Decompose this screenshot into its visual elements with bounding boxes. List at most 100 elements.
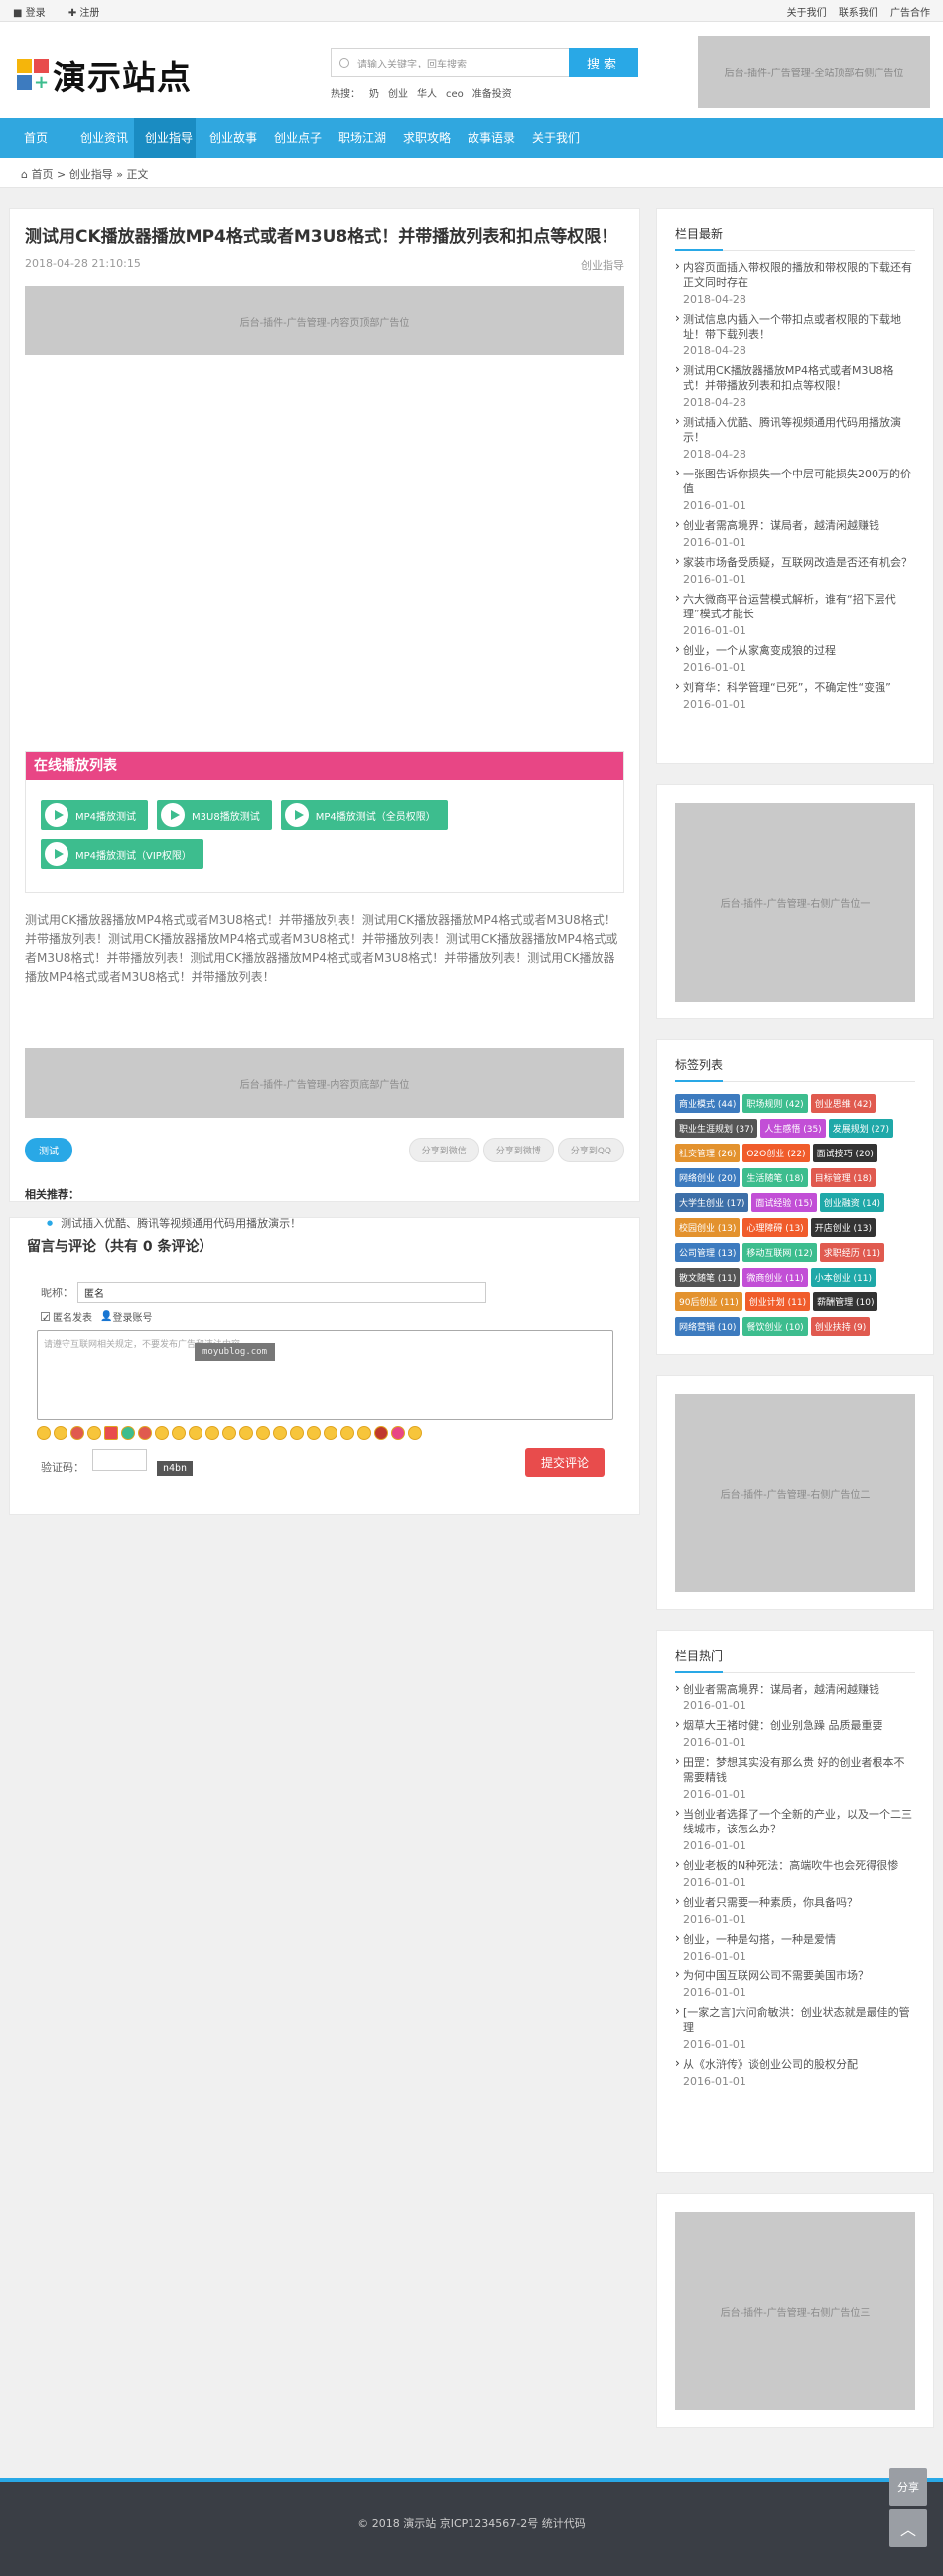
hot-word[interactable]: 创业 xyxy=(388,89,408,100)
emoji-icon[interactable] xyxy=(408,1426,422,1440)
submit-comment-button[interactable]: 提交评论 xyxy=(524,1448,605,1477)
news-item[interactable]: 刘育华：科学管理“已死”，不确定性“变强” 2016-01-01 xyxy=(675,677,915,714)
tag-link[interactable]: 面试经验 (15) xyxy=(751,1193,817,1212)
login-link[interactable]: ■ 登录 xyxy=(13,8,56,19)
nav-quotes[interactable]: 故事语录 xyxy=(457,118,518,158)
share-float-button[interactable]: 分享 xyxy=(889,2468,927,2506)
emoji-icon[interactable] xyxy=(138,1426,152,1440)
tag-link[interactable]: 人生感悟 (35) xyxy=(760,1119,826,1138)
about-link[interactable]: 关于我们 xyxy=(787,8,827,19)
emoji-icon[interactable] xyxy=(104,1426,118,1440)
tag-link[interactable]: 大学生创业 (17) xyxy=(675,1193,749,1212)
hot-word[interactable]: 奶 xyxy=(369,89,379,100)
emoji-icon[interactable] xyxy=(70,1426,84,1440)
captcha-image[interactable]: n4bn xyxy=(157,1461,194,1476)
news-item[interactable]: 内容页面插入带权限的播放和带权限的下载还有正文同时存在 2018-04-28 xyxy=(675,257,915,309)
emoji-icon[interactable] xyxy=(205,1426,219,1440)
side-ad-3-banner[interactable]: 后台-插件-广告管理-右侧广告位三 xyxy=(675,2212,915,2410)
tag-link[interactable]: 商业模式 (44) xyxy=(675,1094,741,1113)
tag-link[interactable]: 职业生涯规划 (37) xyxy=(675,1119,758,1138)
contact-link[interactable]: 联系我们 xyxy=(839,8,878,19)
tag-link[interactable]: 公司管理 (13) xyxy=(675,1243,741,1262)
emoji-icon[interactable] xyxy=(239,1426,253,1440)
tag-link[interactable]: 生活随笔 (18) xyxy=(742,1168,808,1187)
comment-textarea[interactable]: 请遵守互联网相关规定，不要发布广告和违法内容 moyublog.com xyxy=(37,1330,613,1420)
nav-ideas[interactable]: 创业点子 xyxy=(263,118,325,158)
news-item[interactable]: 测试插入优酷、腾讯等视频通用代码用播放演示！ 2018-04-28 xyxy=(675,412,915,464)
emoji-icon[interactable] xyxy=(189,1426,202,1440)
tag-link[interactable]: 面试技巧 (20) xyxy=(812,1144,877,1162)
article-category[interactable]: 创业指导 xyxy=(581,257,624,273)
nav-news[interactable]: 创业资讯 xyxy=(69,118,131,158)
emoji-icon[interactable] xyxy=(340,1426,354,1440)
news-item[interactable]: 从《水浒传》谈创业公司的股权分配 2016-01-01 xyxy=(675,2054,915,2091)
ad-coop-link[interactable]: 广告合作 xyxy=(890,8,930,19)
tag-link[interactable]: 散文随笔 (11) xyxy=(675,1268,741,1287)
news-item[interactable]: [一家之言]六问俞敏洪：创业状态就是最佳的管理 2016-01-01 xyxy=(675,2002,915,2054)
news-item[interactable]: 创业老板的N种死法：高端吹牛也会死得很惨 2016-01-01 xyxy=(675,1855,915,1892)
content-bottom-ad[interactable]: 后台-插件-广告管理-内容页底部广告位 xyxy=(25,1048,624,1118)
hot-word[interactable]: 华人 xyxy=(417,89,437,100)
tag-link[interactable]: O2O创业 (22) xyxy=(742,1144,810,1162)
emoji-icon[interactable] xyxy=(357,1426,371,1440)
tag-link[interactable]: 移动互联网 (12) xyxy=(742,1243,817,1262)
emoji-icon[interactable] xyxy=(391,1426,405,1440)
tag-link[interactable]: 发展规划 (27) xyxy=(828,1119,894,1138)
side-ad-1-banner[interactable]: 后台-插件-广告管理-右侧广告位一 xyxy=(675,803,915,1002)
tag-link[interactable]: 餐饮创业 (10) xyxy=(742,1317,808,1336)
verify-input[interactable] xyxy=(92,1449,147,1471)
tag-link[interactable]: 社交管理 (26) xyxy=(675,1144,741,1162)
anonymous-checkbox[interactable]: ✓ xyxy=(41,1312,50,1324)
emoji-icon[interactable] xyxy=(37,1426,51,1440)
hot-word[interactable]: ceo xyxy=(446,89,464,100)
news-item[interactable]: 创业，一种是勾搭，一种是爱情 2016-01-01 xyxy=(675,1929,915,1966)
nav-guide[interactable]: 创业指导 xyxy=(134,118,196,158)
tag-link[interactable]: 创业计划 (11) xyxy=(744,1292,811,1311)
tag-link[interactable]: 网络创业 (20) xyxy=(675,1168,741,1187)
tag-link[interactable]: 求职经历 (11) xyxy=(819,1243,885,1262)
news-item[interactable]: 测试信息内插入一个带扣点或者权限的下载地址！带下载列表！ 2018-04-28 xyxy=(675,309,915,360)
tag-link[interactable]: 微商创业 (11) xyxy=(742,1268,808,1287)
search-button[interactable]: 搜索 xyxy=(569,48,638,77)
nav-about[interactable]: 关于我们 xyxy=(521,118,583,158)
emoji-icon[interactable] xyxy=(324,1426,337,1440)
emoji-icon[interactable] xyxy=(273,1426,287,1440)
header-ad[interactable]: 后台-插件-广告管理-全站顶部右侧广告位 xyxy=(698,36,930,108)
breadcrumb-home[interactable]: 首页 xyxy=(31,168,53,181)
emoji-icon[interactable] xyxy=(54,1426,67,1440)
news-item[interactable]: 家装市场备受质疑，互联网改造是否还有机会？ 2016-01-01 xyxy=(675,552,915,589)
emoji-icon[interactable] xyxy=(87,1426,101,1440)
news-item[interactable]: 一张图告诉你损失一个中层可能损失200万的价值 2016-01-01 xyxy=(675,464,915,515)
site-logo[interactable]: + 演示站点 xyxy=(17,51,192,99)
emoji-icon[interactable] xyxy=(256,1426,270,1440)
tag-link[interactable]: 目标管理 (18) xyxy=(810,1168,876,1187)
content-top-ad[interactable]: 后台-插件-广告管理-内容页顶部广告位 xyxy=(25,286,624,355)
nav-home[interactable]: 首页 xyxy=(5,118,67,158)
register-link[interactable]: ✚ 注册 xyxy=(68,8,110,19)
share-qq-button[interactable]: 分享到QQ xyxy=(557,1138,624,1162)
emoji-icon[interactable] xyxy=(290,1426,304,1440)
tag-link[interactable]: 开店创业 (13) xyxy=(810,1218,876,1237)
hot-word[interactable]: 准备投资 xyxy=(472,89,512,100)
play-button[interactable]: M3U8播放测试 xyxy=(157,800,272,830)
tag-link[interactable]: 网络营销 (10) xyxy=(675,1317,741,1336)
news-item[interactable]: 创业者需高境界：谋局者，越清闲越赚钱 2016-01-01 xyxy=(675,1679,915,1715)
tag-link[interactable]: 职场规则 (42) xyxy=(742,1094,808,1113)
nickname-input[interactable]: 匿名 xyxy=(77,1282,486,1303)
tag-link[interactable]: 校园创业 (13) xyxy=(675,1218,741,1237)
news-item[interactable]: 六大微商平台运营模式解析，谁有“招下层代理”模式才能长 2016-01-01 xyxy=(675,589,915,640)
play-button[interactable]: MP4播放测试 xyxy=(41,800,149,830)
tag-link[interactable]: 90后创业 (11) xyxy=(675,1292,742,1311)
share-weibo-button[interactable]: 分享到微博 xyxy=(482,1138,554,1162)
news-item[interactable]: 创业，一个从家禽变成狼的过程 2016-01-01 xyxy=(675,640,915,677)
news-item[interactable]: 测试用CK播放器播放MP4格式或者M3U8格式！并带播放列表和扣点等权限！ 201… xyxy=(675,360,915,412)
breadcrumb-category[interactable]: 创业指导 xyxy=(69,168,113,181)
nav-workplace[interactable]: 职场江湖 xyxy=(328,118,389,158)
tag-link[interactable]: 创业思维 (42) xyxy=(810,1094,876,1113)
news-item[interactable]: 田罡：梦想其实没有那么贵 好的创业者根本不需要精钱 2016-01-01 xyxy=(675,1752,915,1804)
tag-link[interactable]: 心理障碍 (13) xyxy=(742,1218,808,1237)
emoji-icon[interactable] xyxy=(307,1426,321,1440)
login-account-link[interactable]: 登录账号 xyxy=(112,1309,152,1324)
news-item[interactable]: 创业者只需要一种素质，你具备吗？ 2016-01-01 xyxy=(675,1892,915,1929)
play-button[interactable]: MP4播放测试（全员权限） xyxy=(280,800,448,830)
